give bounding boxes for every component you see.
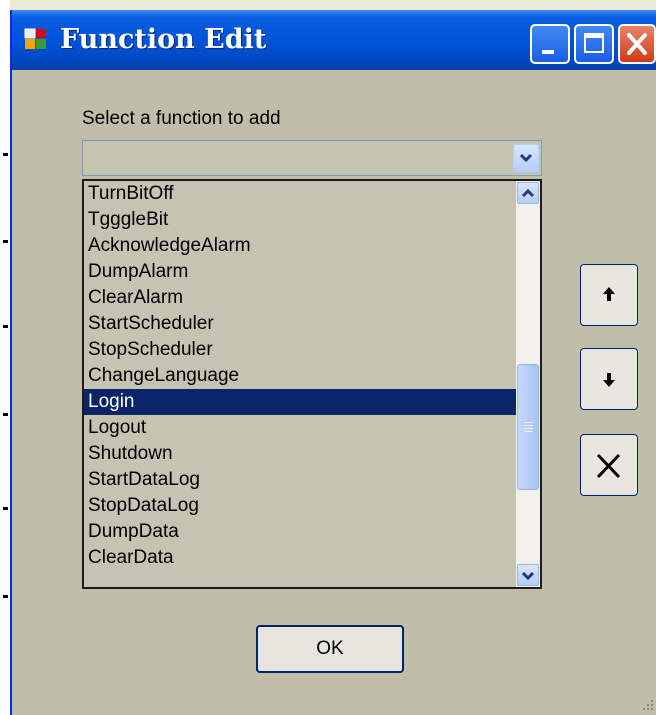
list-item-selected[interactable]: Login (84, 389, 520, 415)
chevron-down-icon (519, 153, 533, 163)
function-edit-dialog: Function Edit Select a function to add T… (10, 10, 656, 715)
edge-mark (3, 240, 8, 243)
maximize-button[interactable] (574, 24, 614, 64)
grip-line (524, 428, 533, 429)
list-item[interactable]: DumpAlarm (84, 259, 520, 285)
arrow-up-icon (603, 287, 615, 301)
move-up-button[interactable] (580, 264, 638, 326)
list-item[interactable]: ClearAlarm (84, 285, 520, 311)
list-item[interactable]: TurnBitOff (84, 181, 520, 207)
scroll-thumb[interactable] (517, 364, 539, 490)
edge-mark (3, 325, 8, 328)
title-bar[interactable]: Function Edit (12, 10, 656, 70)
delete-button[interactable] (580, 434, 638, 496)
list-item[interactable]: StopScheduler (84, 337, 520, 363)
arrow-down-icon (603, 373, 615, 387)
window-title: Function Edit (60, 24, 267, 55)
chevron-down-icon (521, 571, 535, 581)
select-function-label: Select a function to add (82, 108, 281, 129)
function-listbox[interactable]: TurnBitOff TgggleBit AcknowledgeAlarm Du… (82, 179, 542, 589)
scroll-up-button[interactable] (517, 182, 539, 204)
list-item[interactable]: StartDataLog (84, 467, 520, 493)
ok-button[interactable]: OK (256, 625, 404, 673)
delete-x-icon (596, 453, 621, 479)
app-window-icon (24, 28, 46, 49)
list-item[interactable]: StartScheduler (84, 311, 520, 337)
scroll-down-button[interactable] (517, 564, 539, 586)
resize-grip-icon[interactable] (642, 699, 654, 711)
list-item[interactable]: DumpData (84, 519, 520, 545)
close-button[interactable] (618, 24, 656, 64)
edge-mark (3, 153, 8, 156)
list-item[interactable]: TgggleBit (84, 207, 520, 233)
maximize-icon (584, 33, 604, 53)
grip-line (524, 431, 533, 432)
grip-line (524, 422, 533, 423)
list-item[interactable]: AcknowledgeAlarm (84, 233, 520, 259)
list-item[interactable]: ClearData (84, 545, 520, 571)
edge-mark (3, 413, 8, 416)
move-down-button[interactable] (580, 348, 638, 410)
list-item[interactable]: Shutdown (84, 441, 520, 467)
minimize-icon (542, 50, 554, 54)
list-item[interactable]: StopDataLog (84, 493, 520, 519)
list-item[interactable]: ChangeLanguage (84, 363, 520, 389)
chevron-up-icon (521, 188, 535, 198)
function-combobox[interactable] (82, 140, 542, 176)
vertical-scrollbar[interactable] (516, 181, 540, 587)
desktop-edge (0, 0, 10, 715)
grip-line (524, 425, 533, 426)
edge-mark (3, 595, 8, 598)
function-list: TurnBitOff TgggleBit AcknowledgeAlarm Du… (84, 181, 520, 571)
list-item[interactable]: Logout (84, 415, 520, 441)
edge-mark (3, 507, 8, 510)
minimize-button[interactable] (530, 24, 570, 64)
combobox-dropdown-button[interactable] (513, 144, 539, 172)
close-icon (627, 33, 647, 55)
